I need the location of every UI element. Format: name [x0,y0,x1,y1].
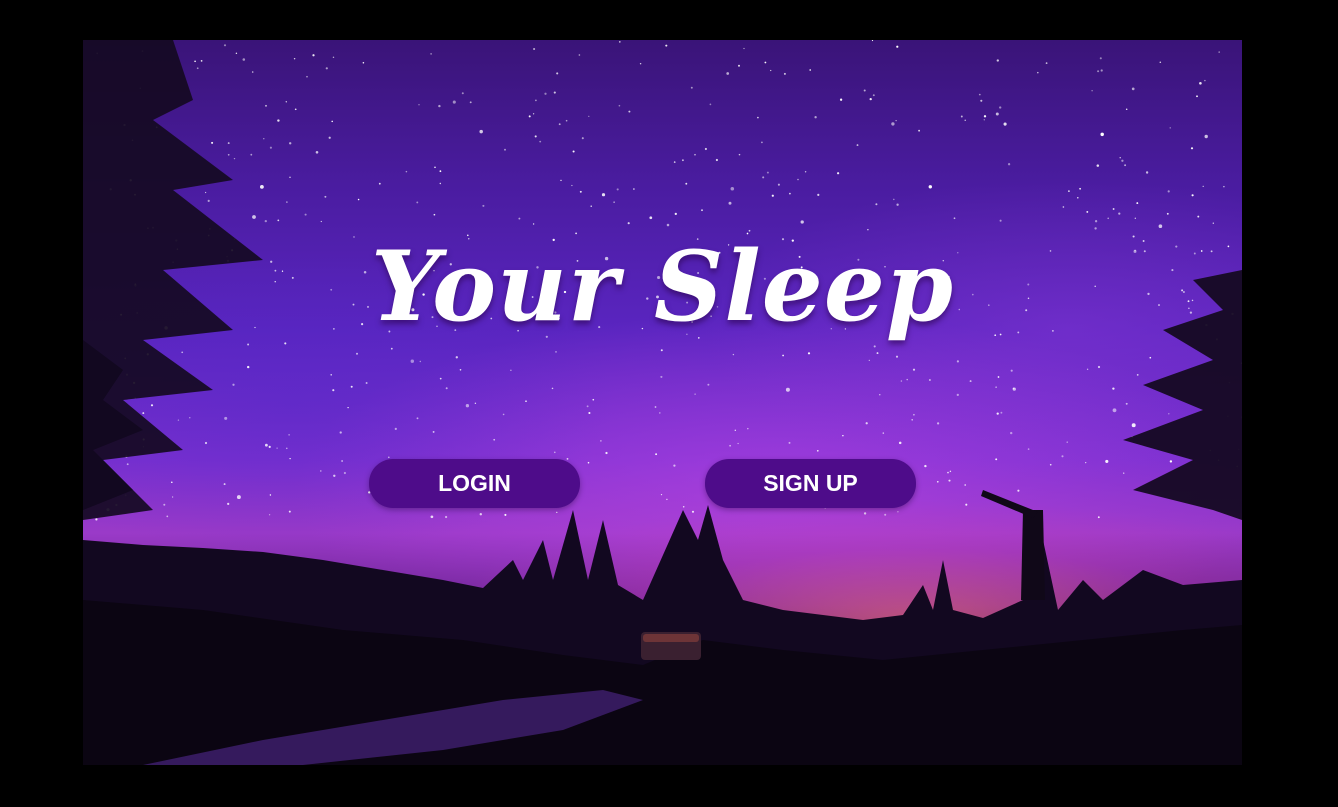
landscape-silhouette [83,40,1242,765]
signup-button[interactable]: SIGN UP [705,459,916,508]
app-title: Your Sleep [370,230,955,343]
hero-frame: Your Sleep LOGIN SIGN UP [83,40,1242,765]
login-button[interactable]: LOGIN [369,459,580,508]
